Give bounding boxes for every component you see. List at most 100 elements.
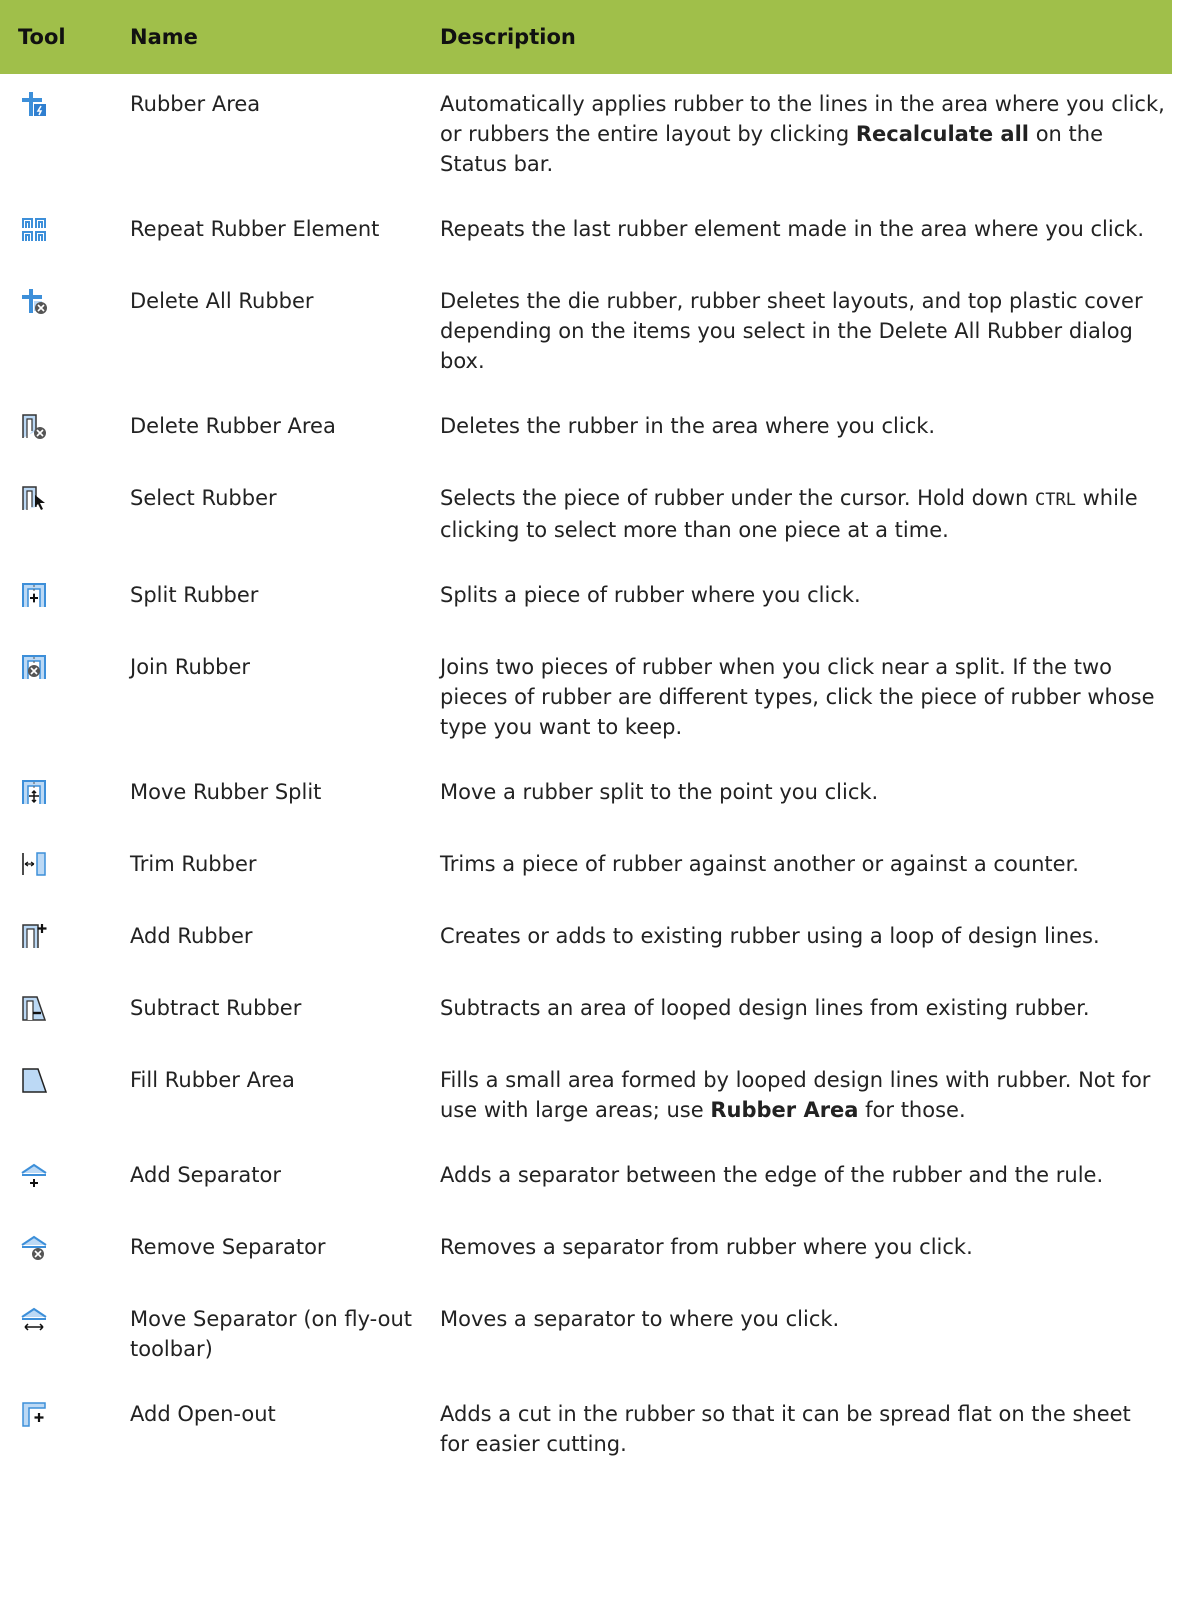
tool-description: Move a rubber split to the point you cli… bbox=[440, 762, 1172, 834]
tool-name: Trim Rubber bbox=[130, 852, 257, 876]
tool-description: Fills a small area formed by looped desi… bbox=[440, 1050, 1172, 1145]
tool-cell bbox=[0, 1289, 130, 1384]
subtract-rubber-icon bbox=[20, 994, 48, 1022]
tool-cell bbox=[0, 1050, 130, 1145]
tool-cell bbox=[0, 199, 130, 271]
header-name: Name bbox=[130, 0, 440, 74]
tool-description: Selects the piece of rubber under the cu… bbox=[440, 468, 1172, 565]
tool-cell bbox=[0, 1217, 130, 1289]
tool-cell bbox=[0, 978, 130, 1050]
move-separator-icon bbox=[20, 1305, 48, 1333]
description-key: CTRL bbox=[1034, 490, 1076, 510]
table-row: Add Open-out Adds a cut in the rubber so … bbox=[0, 1384, 1172, 1479]
description-text: Trims a piece of rubber against another … bbox=[440, 852, 1079, 876]
tool-name: Repeat Rubber Element bbox=[130, 217, 380, 241]
description-text: Deletes the rubber in the area where you… bbox=[440, 414, 936, 438]
tool-description: Deletes the rubber in the area where you… bbox=[440, 396, 1172, 468]
remove-separator-icon bbox=[20, 1233, 48, 1261]
table-row: Rubber Area Automatically applies rubber … bbox=[0, 74, 1172, 199]
add-separator-icon bbox=[20, 1161, 48, 1189]
delete-all-rubber-icon bbox=[20, 287, 48, 315]
tool-name: Subtract Rubber bbox=[130, 996, 302, 1020]
delete-rubber-area-icon bbox=[20, 412, 48, 440]
table-row: Remove Separator Removes a separator from… bbox=[0, 1217, 1172, 1289]
tool-cell bbox=[0, 906, 130, 978]
tool-description: Trims a piece of rubber against another … bbox=[440, 834, 1172, 906]
select-rubber-icon bbox=[20, 484, 48, 512]
description-text: Move a rubber split to the point you cli… bbox=[440, 780, 879, 804]
tool-description: Adds a cut in the rubber so that it can … bbox=[440, 1384, 1172, 1479]
tool-cell bbox=[0, 1145, 130, 1217]
tool-description: Splits a piece of rubber where you click… bbox=[440, 565, 1172, 637]
header-tool: Tool bbox=[0, 0, 130, 74]
table-row: Move Rubber Split Move a rubber split to … bbox=[0, 762, 1172, 834]
table-row: Add Rubber Creates or adds to existing ru… bbox=[0, 906, 1172, 978]
tool-name: Delete All Rubber bbox=[130, 289, 314, 313]
tool-description: Repeats the last rubber element made in … bbox=[440, 199, 1172, 271]
description-text: Adds a separator between the edge of the… bbox=[440, 1163, 1104, 1187]
description-text: Selects the piece of rubber under the cu… bbox=[440, 486, 1035, 510]
description-text: Deletes the die rubber, rubber sheet lay… bbox=[440, 289, 1143, 373]
tool-description: Creates or adds to existing rubber using… bbox=[440, 906, 1172, 978]
description-emphasis: Recalculate all bbox=[855, 122, 1030, 146]
tool-cell bbox=[0, 637, 130, 762]
add-open-out-icon bbox=[20, 1400, 48, 1428]
description-text: Creates or adds to existing rubber using… bbox=[440, 924, 1100, 948]
trim-rubber-icon bbox=[20, 850, 48, 878]
table-row: Join Rubber Joins two pieces of rubber wh… bbox=[0, 637, 1172, 762]
tools-table: Tool Name Description Rubber Area Automat… bbox=[0, 0, 1172, 1479]
tool-name: Fill Rubber Area bbox=[130, 1068, 295, 1092]
table-row: Trim Rubber Trims a piece of rubber again… bbox=[0, 834, 1172, 906]
table-row: Repeat Rubber Element Repeats the last ru… bbox=[0, 199, 1172, 271]
fill-rubber-area-icon bbox=[20, 1066, 48, 1094]
tool-description: Joins two pieces of rubber when you clic… bbox=[440, 637, 1172, 762]
tool-name: Move Rubber Split bbox=[130, 780, 322, 804]
tool-cell bbox=[0, 468, 130, 565]
tool-description: Adds a separator between the edge of the… bbox=[440, 1145, 1172, 1217]
description-text: Removes a separator from rubber where yo… bbox=[440, 1235, 973, 1259]
tool-name: Remove Separator bbox=[130, 1235, 326, 1259]
tool-name: Add Rubber bbox=[130, 924, 253, 948]
description-text: for those. bbox=[858, 1098, 966, 1122]
tool-description: Subtracts an area of looped design lines… bbox=[440, 978, 1172, 1050]
tool-name: Select Rubber bbox=[130, 486, 277, 510]
description-text: Joins two pieces of rubber when you clic… bbox=[440, 655, 1155, 739]
tool-name: Rubber Area bbox=[130, 92, 261, 116]
add-rubber-icon bbox=[20, 922, 48, 950]
tool-description: Automatically applies rubber to the line… bbox=[440, 74, 1172, 199]
table-header-row: Tool Name Description bbox=[0, 0, 1172, 74]
join-rubber-icon bbox=[20, 653, 48, 681]
tool-name: Add Separator bbox=[130, 1163, 281, 1187]
repeat-rubber-element-icon bbox=[20, 215, 48, 243]
tool-description: Deletes the die rubber, rubber sheet lay… bbox=[440, 271, 1172, 396]
tool-description: Removes a separator from rubber where yo… bbox=[440, 1217, 1172, 1289]
tool-name: Join Rubber bbox=[130, 655, 251, 679]
tool-cell bbox=[0, 565, 130, 637]
description-text: Splits a piece of rubber where you click… bbox=[440, 583, 861, 607]
tool-cell bbox=[0, 1384, 130, 1479]
tool-name: Move Separator (on fly-out toolbar) bbox=[130, 1307, 413, 1361]
description-text: Repeats the last rubber element made in … bbox=[440, 217, 1145, 241]
tool-cell bbox=[0, 396, 130, 468]
description-text: Subtracts an area of looped design lines… bbox=[440, 996, 1090, 1020]
table-row: Delete All Rubber Deletes the die rubber,… bbox=[0, 271, 1172, 396]
rubber-area-icon bbox=[20, 90, 48, 118]
table-row: Add Separator Adds a separator between th… bbox=[0, 1145, 1172, 1217]
description-text: Adds a cut in the rubber so that it can … bbox=[440, 1402, 1131, 1456]
description-emphasis: Rubber Area bbox=[710, 1098, 859, 1122]
table-row: Select Rubber Selects the piece of rubber… bbox=[0, 468, 1172, 565]
tool-cell bbox=[0, 762, 130, 834]
move-rubber-split-icon bbox=[20, 778, 48, 806]
table-row: Delete Rubber Area Deletes the rubber in … bbox=[0, 396, 1172, 468]
description-text: Moves a separator to where you click. bbox=[440, 1307, 840, 1331]
split-rubber-icon bbox=[20, 581, 48, 609]
tool-name: Delete Rubber Area bbox=[130, 414, 336, 438]
table-row: Move Separator (on fly-out toolbar) Moves… bbox=[0, 1289, 1172, 1384]
tool-cell bbox=[0, 834, 130, 906]
tool-cell bbox=[0, 271, 130, 396]
tool-description: Moves a separator to where you click. bbox=[440, 1289, 1172, 1384]
table-row: Subtract Rubber Subtracts an area of loop… bbox=[0, 978, 1172, 1050]
tool-cell bbox=[0, 74, 130, 199]
tool-name: Add Open-out bbox=[130, 1402, 276, 1426]
tool-name: Split Rubber bbox=[130, 583, 259, 607]
